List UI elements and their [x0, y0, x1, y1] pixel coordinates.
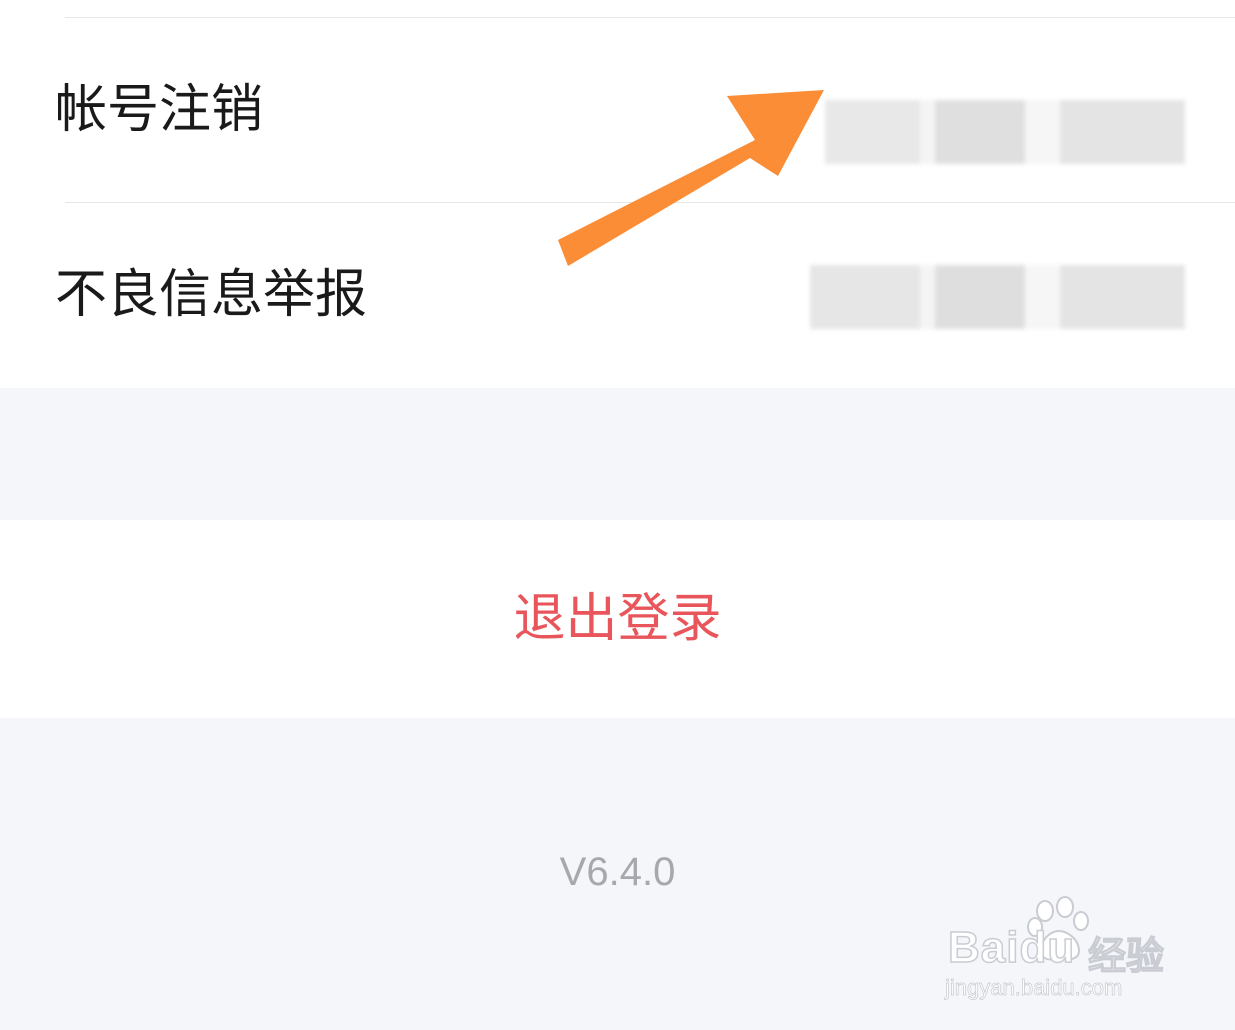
settings-item-label: 帐号注销	[55, 80, 264, 140]
settings-item-label: 不良信息举报	[55, 265, 368, 325]
logout-section: 退出登录	[0, 520, 1235, 718]
watermark-brand: Baidu	[947, 922, 1076, 973]
watermark: Baidu 经验 jingyan.baidu.com	[940, 895, 1180, 1015]
settings-item-account-deletion[interactable]: 帐号注销	[0, 18, 1235, 202]
paw-logo-icon	[1027, 896, 1089, 961]
settings-list: 帐号注销 不良信息举报	[0, 0, 1235, 388]
watermark-url: jingyan.baidu.com	[945, 975, 1123, 1001]
redacted-value	[810, 265, 1185, 329]
settings-item-report-harmful-info[interactable]: 不良信息举报	[0, 203, 1235, 387]
watermark-product: 经验	[1087, 933, 1165, 978]
logout-button[interactable]: 退出登录	[0, 520, 1235, 718]
redacted-value	[825, 100, 1185, 164]
app-version: V6.4.0	[559, 850, 676, 894]
